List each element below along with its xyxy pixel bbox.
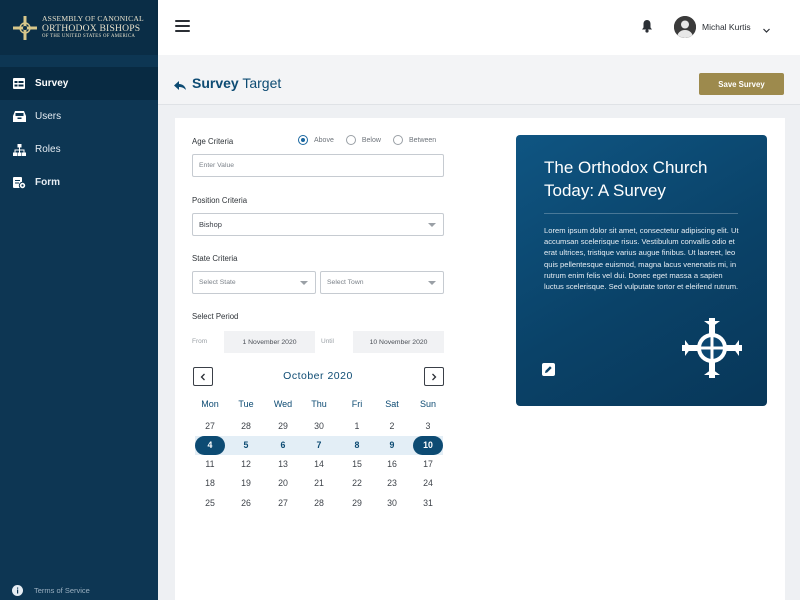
inbox-icon	[12, 110, 26, 124]
sidebar-item-survey[interactable]: Survey	[0, 67, 158, 100]
calendar-day[interactable]: 25	[195, 494, 225, 513]
calendar-day[interactable]: 4	[195, 436, 225, 455]
calendar-day[interactable]: 24	[413, 474, 443, 493]
calendar-day[interactable]: 2	[377, 417, 407, 436]
calendar-day[interactable]: 31	[413, 494, 443, 513]
weekday-header: Wed	[273, 399, 293, 409]
user-name[interactable]: Michal Kurtis	[702, 22, 751, 32]
calendar-day[interactable]: 5	[231, 436, 261, 455]
brand-text: ASSEMBLY OF CANONICAL ORTHODOX BISHOPS O…	[42, 15, 144, 40]
back-arrow-icon[interactable]	[174, 78, 186, 90]
survey-target-form: Age Criteria Above Below Between Enter V…	[175, 118, 785, 600]
page-title: Survey Target	[192, 75, 281, 91]
calendar-day[interactable]: 13	[268, 455, 298, 474]
brand-logo[interactable]: ASSEMBLY OF CANONICAL ORTHODOX BISHOPS O…	[0, 0, 158, 55]
calendar-day[interactable]: 14	[304, 455, 334, 474]
calendar-day[interactable]: 27	[195, 417, 225, 436]
calendar-day[interactable]: 17	[413, 455, 443, 474]
calendar-day[interactable]: 28	[304, 494, 334, 513]
sidebar-item-users[interactable]: Users	[0, 100, 158, 133]
calendar-day[interactable]: 9	[377, 436, 407, 455]
calendar-day[interactable]: 16	[377, 455, 407, 474]
sidebar-item-form[interactable]: Form	[0, 166, 158, 199]
info-icon	[12, 585, 23, 596]
weekday-header: Sun	[419, 399, 436, 409]
cross-emblem-icon	[12, 15, 38, 41]
calendar-day[interactable]: 3	[413, 417, 443, 436]
brand-line-2: ORTHODOX BISHOPS	[42, 22, 141, 34]
page-header: Survey Target Save Survey	[158, 55, 800, 105]
hamburger-menu-icon[interactable]	[175, 20, 190, 33]
calendar-day[interactable]: 26	[231, 494, 261, 513]
calendar-day[interactable]: 22	[342, 474, 372, 493]
calendar-day[interactable]: 6	[268, 436, 298, 455]
form-settings-icon	[12, 176, 26, 190]
calendar-day[interactable]: 29	[268, 417, 298, 436]
sidebar-item-label: Form	[35, 177, 60, 188]
weekday-header: Tue	[238, 399, 254, 409]
calendar-day[interactable]: 11	[195, 455, 225, 474]
weekday-header: Mon	[201, 399, 219, 409]
calendar-day[interactable]: 30	[304, 417, 334, 436]
terms-of-service-link[interactable]: Terms of Service	[12, 585, 90, 596]
calendar-grid: Mon Tue Wed Thu Fri Sat Sun 27 28 29 30 1 2 3 4 5 6 7 8 9 10…	[175, 118, 785, 600]
weekday-header: Sat	[385, 399, 399, 409]
user-avatar[interactable]	[674, 16, 696, 38]
calendar-day[interactable]: 23	[377, 474, 407, 493]
weekday-header: Thu	[311, 399, 327, 409]
weekday-header: Fri	[351, 399, 363, 409]
calendar-day[interactable]: 1	[342, 417, 372, 436]
bell-icon[interactable]	[641, 19, 653, 33]
terms-label: Terms of Service	[34, 586, 90, 595]
calendar-day[interactable]: 28	[231, 417, 261, 436]
hierarchy-icon	[12, 143, 26, 157]
table-icon	[12, 77, 26, 91]
calendar-day[interactable]: 30	[377, 494, 407, 513]
calendar-day[interactable]: 19	[231, 474, 261, 493]
top-bar: Michal Kurtis	[158, 0, 800, 55]
save-survey-button[interactable]: Save Survey	[699, 73, 784, 95]
calendar-day[interactable]: 21	[304, 474, 334, 493]
page-title-light: Target	[242, 75, 282, 91]
calendar-day[interactable]: 15	[342, 455, 372, 474]
calendar-day[interactable]: 18	[195, 474, 225, 493]
sidebar-item-roles[interactable]: Roles	[0, 133, 158, 166]
sidebar: ASSEMBLY OF CANONICAL ORTHODOX BISHOPS O…	[0, 0, 158, 600]
sidebar-item-label: Users	[35, 111, 62, 122]
brand-line-1: ASSEMBLY OF CANONICAL	[42, 14, 144, 23]
calendar-day[interactable]: 29	[342, 494, 372, 513]
calendar-day[interactable]: 27	[268, 494, 298, 513]
page-title-bold: Survey	[192, 75, 239, 91]
chevron-down-icon[interactable]	[762, 22, 771, 33]
calendar-day[interactable]: 7	[304, 436, 334, 455]
sidebar-item-label: Survey	[35, 78, 69, 89]
calendar-day[interactable]: 8	[342, 436, 372, 455]
sidebar-nav: Survey Users Roles Form	[0, 67, 158, 199]
calendar-day[interactable]: 10	[413, 436, 443, 455]
brand-line-3: OF THE UNITED STATES OF AMERICA	[42, 34, 136, 40]
calendar-day[interactable]: 20	[268, 474, 298, 493]
calendar-day[interactable]: 12	[231, 455, 261, 474]
sidebar-item-label: Roles	[35, 144, 61, 155]
